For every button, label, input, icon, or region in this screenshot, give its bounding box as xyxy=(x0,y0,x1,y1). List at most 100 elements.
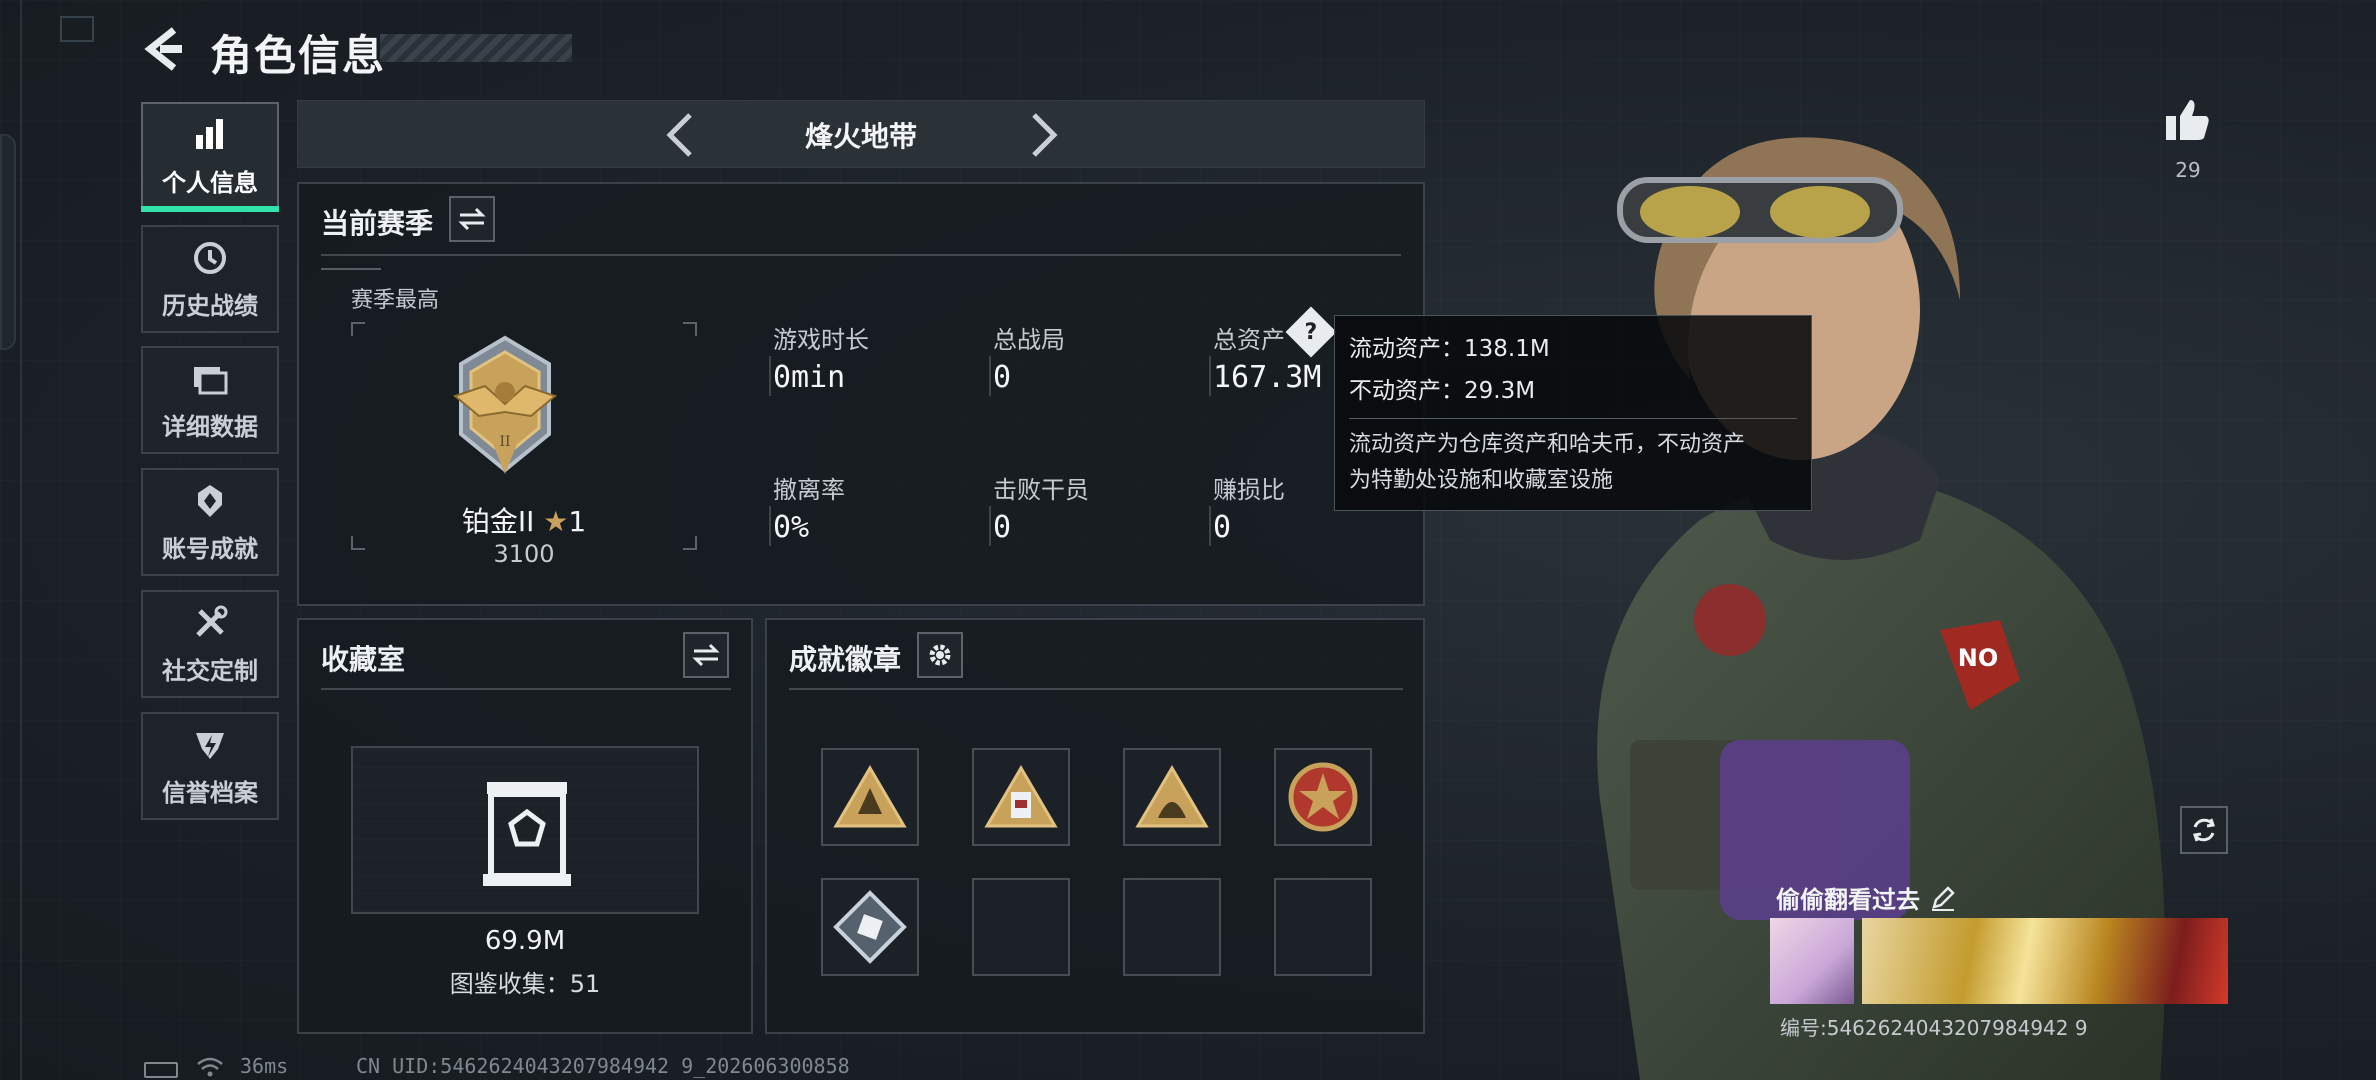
frame-line-left xyxy=(20,0,22,1080)
nav-label: 个人信息 xyxy=(162,168,258,197)
triangle-badge-icon xyxy=(833,765,907,828)
collection-title: 收藏室 xyxy=(321,643,406,676)
stat-value-total-assets: 167.3M xyxy=(1213,360,1322,395)
stat-label-operators-defeated: 击败干员 xyxy=(993,476,1089,504)
folder-icon xyxy=(190,359,230,399)
svg-text:II: II xyxy=(499,434,510,450)
thumbs-up-icon[interactable] xyxy=(2164,96,2212,144)
edit-pencil-icon[interactable] xyxy=(1930,885,1956,911)
stat-divider xyxy=(769,506,771,546)
section-divider xyxy=(321,688,731,690)
uid-text: CN UID:5462624043207984942 9_20260630085… xyxy=(356,1054,850,1078)
collection-switch-button[interactable] xyxy=(683,632,729,678)
achievement-badge-empty[interactable] xyxy=(972,878,1070,976)
season-switch-button[interactable] xyxy=(449,196,495,242)
nav-item-account-achievements[interactable]: 账号成就 xyxy=(141,468,279,576)
svg-text:NO: NO xyxy=(1958,644,1999,672)
nav-label: 详细数据 xyxy=(162,412,258,441)
nav-item-reputation[interactable]: 信誉档案 xyxy=(141,712,279,820)
display-case-icon xyxy=(483,782,571,886)
stat-divider xyxy=(769,356,771,396)
rank-points: 3100 xyxy=(493,540,555,568)
screen-root: { "header": {"title": "角色信息"}, "nav": { … xyxy=(0,0,2376,1080)
stat-label-total-assets: 总资产 xyxy=(1213,326,1285,354)
stat-label-profit-loss-ratio: 赚损比 xyxy=(1213,476,1285,504)
achievement-panel: 成就徽章 xyxy=(765,618,1425,1034)
star-icon: ★ xyxy=(543,505,569,538)
stat-label-playtime: 游戏时长 xyxy=(773,326,869,354)
achievement-badge-empty[interactable] xyxy=(1123,878,1221,976)
profile-serial: 编号:5462624043207984942 9 xyxy=(1780,1016,2088,1040)
achievement-badge[interactable] xyxy=(972,748,1070,846)
nav-label: 社交定制 xyxy=(162,656,258,685)
rank-name: 铂金II xyxy=(461,505,535,538)
swap-icon xyxy=(458,207,486,231)
tooltip-divider xyxy=(1349,418,1797,419)
stat-value-total-matches: 0 xyxy=(993,360,1012,395)
profile-banner[interactable] xyxy=(1862,918,2228,1004)
like-count: 29 xyxy=(2175,158,2201,182)
nav-label: 信誉档案 xyxy=(162,778,258,807)
achievement-badge[interactable] xyxy=(1274,748,1372,846)
stat-divider xyxy=(1209,356,1211,396)
wrench-icon xyxy=(190,603,230,643)
diamond-badge-icon xyxy=(833,890,907,964)
swap-icon xyxy=(692,643,720,667)
medal-icon xyxy=(190,481,230,521)
achievement-title: 成就徽章 xyxy=(789,643,902,676)
season-title: 当前赛季 xyxy=(321,207,434,240)
back-arrow-icon[interactable] xyxy=(140,24,190,74)
gear-icon xyxy=(929,644,951,666)
stat-value-operators-defeated: 0 xyxy=(993,510,1012,545)
stat-label-extraction-rate: 撤离率 xyxy=(773,476,845,504)
nav-item-match-history[interactable]: 历史战绩 xyxy=(141,225,279,333)
achievement-badge[interactable] xyxy=(821,748,919,846)
help-question-icon[interactable]: ? xyxy=(1285,306,1337,358)
collection-codex: 图鉴收集：51 xyxy=(449,970,601,998)
achievement-badge[interactable] xyxy=(821,878,919,976)
map-selector: 烽火地带 xyxy=(297,100,1425,168)
star-medal-badge-icon xyxy=(1288,762,1358,832)
collection-display-case[interactable] xyxy=(351,746,699,914)
clock-icon xyxy=(190,238,230,278)
nav-label: 账号成就 xyxy=(162,534,258,563)
rank-row: 铂金II ★1 xyxy=(351,500,697,540)
stat-divider xyxy=(989,506,991,546)
stat-divider xyxy=(989,356,991,396)
stat-value-profit-loss-ratio: 0 xyxy=(1213,510,1232,545)
season-best-label: 赛季最高 xyxy=(351,288,440,313)
stat-divider xyxy=(1209,506,1211,546)
achievement-settings-button[interactable] xyxy=(917,632,963,678)
nav-item-personal-info[interactable]: 个人信息 xyxy=(141,102,279,212)
achievement-badge[interactable] xyxy=(1123,748,1221,846)
nav-label: 历史战绩 xyxy=(162,291,258,320)
next-map-arrow-icon[interactable] xyxy=(1018,109,1068,161)
section-divider xyxy=(789,688,1403,690)
stat-label-total-matches: 总战局 xyxy=(993,326,1065,354)
side-handle[interactable] xyxy=(0,134,16,350)
signature-text: 偷偷翻看过去 xyxy=(1776,886,1920,914)
rank-stars: 1 xyxy=(568,505,587,538)
nav-item-social-custom[interactable]: 社交定制 xyxy=(141,590,279,698)
tooltip-description-line1: 流动资产为仓库资产和哈夫币，不动资产 xyxy=(1349,432,1746,457)
collection-panel: 收藏室 69.9M 图鉴收集：51 xyxy=(297,618,753,1034)
triangle-badge-icon xyxy=(984,765,1058,828)
profile-signature: 偷偷翻看过去 xyxy=(1776,880,1956,915)
stat-value-playtime: 0min xyxy=(773,360,846,395)
shield-lightning-icon xyxy=(190,725,230,765)
tooltip-liquid-assets: 流动资产：138.1M xyxy=(1349,336,1550,362)
nav-item-detailed-data[interactable]: 详细数据 xyxy=(141,346,279,454)
rotate-button[interactable] xyxy=(2180,806,2228,854)
avatar[interactable] xyxy=(1770,918,1854,1004)
frame-corner xyxy=(683,322,697,336)
tooltip-description-line2: 为特勤处设施和收藏室设施 xyxy=(1349,468,1614,493)
section-divider-accent xyxy=(321,268,381,270)
map-title: 烽火地带 xyxy=(804,120,917,153)
wifi-icon xyxy=(197,1057,223,1077)
ping-text: 36ms xyxy=(240,1054,289,1078)
rank-emblem-icon: II xyxy=(452,335,558,474)
tooltip-fixed-assets: 不动资产：29.3M xyxy=(1349,378,1536,404)
collection-value: 69.9M xyxy=(484,926,566,956)
stat-value-extraction-rate: 0% xyxy=(773,510,810,545)
achievement-badge-empty[interactable] xyxy=(1274,878,1372,976)
